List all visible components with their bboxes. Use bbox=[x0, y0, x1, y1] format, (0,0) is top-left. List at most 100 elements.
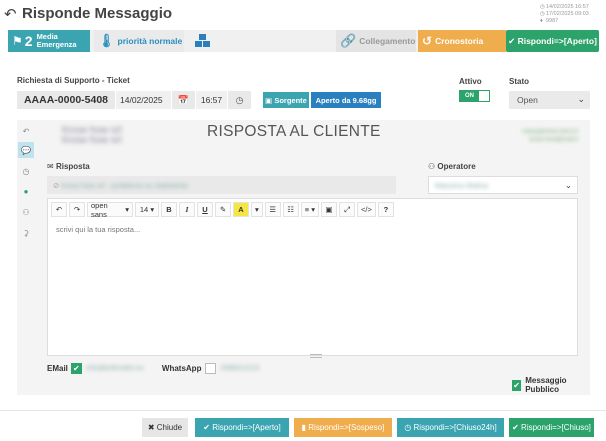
list-ol-icon: ☷ bbox=[287, 205, 295, 214]
email-checkbox[interactable]: ✔ bbox=[70, 362, 82, 374]
code-view-button[interactable]: </> bbox=[357, 202, 376, 217]
insert-image-button[interactable]: ▣ bbox=[321, 202, 338, 217]
rispondi-sospeso-button[interactable]: ▮ Rispondi=>[Sospeso] bbox=[294, 418, 392, 437]
customer-contact-1: maria@know-how.srl bbox=[522, 129, 578, 135]
ticket-date-field[interactable]: 14/02/2025 bbox=[115, 91, 171, 109]
source-badge[interactable]: ▣ Sorgente bbox=[263, 92, 309, 108]
color-dropdown-button[interactable]: ▾ bbox=[251, 202, 263, 217]
cubes-button[interactable] bbox=[188, 30, 218, 52]
risposta-label-text: Risposta bbox=[55, 162, 90, 171]
rispondi-aperto-label: Rispondi=>[Aperto] bbox=[212, 423, 281, 432]
undo-icon: ↶ bbox=[55, 205, 63, 214]
operatore-label: ⚇ Operatore bbox=[428, 162, 476, 171]
rispondi-chiuso-button[interactable]: ✔ Rispondi=>[Chiuso] bbox=[509, 418, 594, 437]
rispondi-aperto-button[interactable]: ✔ Rispondi=>[Aperto] bbox=[195, 418, 289, 437]
collegamento-button[interactable]: 🔗 Collegamento bbox=[336, 30, 416, 52]
ticket-time-field[interactable]: 16:57 bbox=[195, 91, 227, 109]
clock-icon[interactable]: ◷ bbox=[227, 91, 251, 109]
priority-button[interactable]: 🌡 priorità normale bbox=[94, 30, 184, 52]
help-button[interactable]: ? bbox=[377, 202, 394, 217]
text-color-button[interactable]: A bbox=[233, 202, 249, 217]
media-label-2: Emergenza bbox=[36, 40, 77, 49]
operatore-select[interactable]: Massimo Bolina ⌄ bbox=[428, 176, 578, 194]
ban-icon: ⊘ bbox=[53, 180, 62, 190]
whatsapp-label: WhatsApp bbox=[161, 363, 202, 373]
eraser-button[interactable]: ✎ bbox=[215, 202, 231, 217]
clock-icon: ◷ bbox=[22, 166, 30, 176]
subject-value: know how srl - problema su statistiche bbox=[61, 180, 189, 190]
ticket-meta: ◷14/02/2025 16:57 ◷17/02/2025 09:03 ♦ 998… bbox=[540, 4, 600, 25]
tab-chat[interactable]: 💬 bbox=[18, 142, 34, 158]
tab-user[interactable]: ⚇ bbox=[18, 204, 34, 220]
back-arrow-icon[interactable]: ↶ bbox=[4, 5, 17, 23]
window-icon: ▣ bbox=[265, 95, 275, 105]
meta-updated: 17/02/2025 09:03 bbox=[546, 11, 589, 17]
email-value: info@brillmuller.eu bbox=[85, 364, 144, 372]
contact-row: EMail ✔ info@brillmuller.eu WhatsApp 339… bbox=[47, 362, 259, 374]
envelope-icon: ✉ bbox=[47, 162, 56, 171]
rispondi-aperto-top-button[interactable]: ✔ Rispondi=>[Aperto] bbox=[506, 30, 599, 52]
chiude-button[interactable]: ✖ Chiude bbox=[142, 418, 188, 437]
resize-handle[interactable] bbox=[310, 354, 322, 358]
meta-code: 9987 bbox=[546, 18, 559, 24]
calendar-icon[interactable]: 📅 bbox=[171, 91, 195, 109]
meta-created: 14/02/2025 16:57 bbox=[546, 4, 589, 10]
toggle-on-label: ON bbox=[460, 91, 479, 101]
messaggio-pubblico-checkbox[interactable]: ✔ bbox=[512, 379, 522, 391]
font-family-value: open sans bbox=[91, 200, 108, 219]
pause-icon: ▮ bbox=[301, 423, 309, 432]
operatore-label-text: Operatore bbox=[437, 162, 476, 171]
customer-name-blurred: Know how srl Know how srl bbox=[62, 126, 121, 146]
cronostoria-label: Cronostoria bbox=[435, 36, 484, 46]
stato-select[interactable]: Open ⌄ bbox=[509, 91, 590, 109]
reply-panel: ↶ 💬 ◷ ● ⚇ ⚳ Know how srl Know how srl RI… bbox=[17, 120, 590, 395]
unordered-list-button[interactable]: ☰ bbox=[264, 202, 281, 217]
ticket-section-label: Richiesta di Supporto - Ticket bbox=[17, 76, 130, 85]
paperclip-icon: ⚳ bbox=[23, 228, 29, 238]
subject-field[interactable]: ⊘ know how srl - problema su statistiche bbox=[47, 176, 396, 194]
fullscreen-button[interactable]: ⤢ bbox=[339, 202, 356, 217]
tab-info[interactable]: ● bbox=[18, 183, 34, 199]
font-size-value: 14 bbox=[139, 205, 149, 214]
ordered-list-button[interactable]: ☷ bbox=[282, 202, 299, 217]
underline-button[interactable]: U bbox=[197, 202, 213, 217]
reply-editor[interactable]: ↶ ↷ open sans ▾ 14 ▾ B I U ✎ A ▾ ☰ ☷ ≡ ▾ … bbox=[47, 198, 578, 358]
user-icon: ⚇ bbox=[22, 207, 30, 217]
check-icon: ✔ bbox=[203, 423, 213, 432]
redo-button[interactable]: ↷ bbox=[69, 202, 85, 217]
rispondi-chiuso24h-button[interactable]: ◷ Rispondi=>[Chiuso24h] bbox=[397, 418, 504, 437]
rispondi-chiuso24h-label: Rispondi=>[Chiuso24h] bbox=[413, 423, 497, 432]
editor-toolbar: ↶ ↷ open sans ▾ 14 ▾ B I U ✎ A ▾ ☰ ☷ ≡ ▾ … bbox=[51, 200, 396, 219]
italic-button[interactable]: I bbox=[179, 202, 195, 217]
paragraph-align-button[interactable]: ≡ ▾ bbox=[300, 202, 320, 217]
ticket-toolbar: ⚑ 2 Media Emergenza 🌡 priorità normale 🔗 … bbox=[8, 30, 599, 52]
tab-reply-arrow[interactable]: ↶ bbox=[18, 123, 34, 139]
clock-icon: ◷ bbox=[404, 423, 414, 432]
font-size-select[interactable]: 14 ▾ bbox=[135, 202, 159, 217]
link-icon: 🔗 bbox=[340, 33, 357, 48]
vertical-tabs: ↶ 💬 ◷ ● ⚇ ⚳ bbox=[17, 120, 35, 395]
attivo-toggle[interactable]: ON bbox=[459, 90, 490, 102]
media-emergency-button[interactable]: ⚑ 2 Media Emergenza bbox=[8, 30, 90, 52]
reply-content: Know how srl Know how srl RISPOSTA AL CL… bbox=[42, 120, 590, 395]
rispondi-sospeso-label: Rispondi=>[Sospeso] bbox=[308, 423, 385, 432]
tab-history[interactable]: ◷ bbox=[18, 163, 34, 179]
undo-button[interactable]: ↶ bbox=[51, 202, 67, 217]
list-ul-icon: ☰ bbox=[269, 205, 277, 214]
operatore-value: Massimo Bolina bbox=[435, 180, 488, 190]
italic-icon: I bbox=[185, 205, 189, 214]
font-family-select[interactable]: open sans ▾ bbox=[87, 200, 133, 219]
cronostoria-button[interactable]: ↺ Cronostoria bbox=[418, 30, 506, 52]
header: ↶ Risponde Messaggio ◷14/02/2025 16:57 ◷… bbox=[0, 0, 606, 28]
risposta-label: ✉ Risposta bbox=[47, 162, 90, 171]
check-icon: ✔ bbox=[508, 35, 518, 46]
whatsapp-checkbox[interactable] bbox=[205, 362, 217, 374]
messaggio-pubblico-row: ✔ Messaggio Pubblico bbox=[512, 376, 590, 394]
customer-contact-blurred: maria@know-how.srl know-how@mail.it bbox=[522, 128, 578, 144]
code-icon: </> bbox=[361, 205, 372, 214]
history-icon: ↺ bbox=[422, 34, 433, 48]
bold-button[interactable]: B bbox=[161, 202, 177, 217]
caret-down-icon: ▾ bbox=[311, 205, 316, 214]
checkmark-icon: ✔ bbox=[513, 380, 520, 390]
tab-attachment[interactable]: ⚳ bbox=[18, 225, 34, 241]
